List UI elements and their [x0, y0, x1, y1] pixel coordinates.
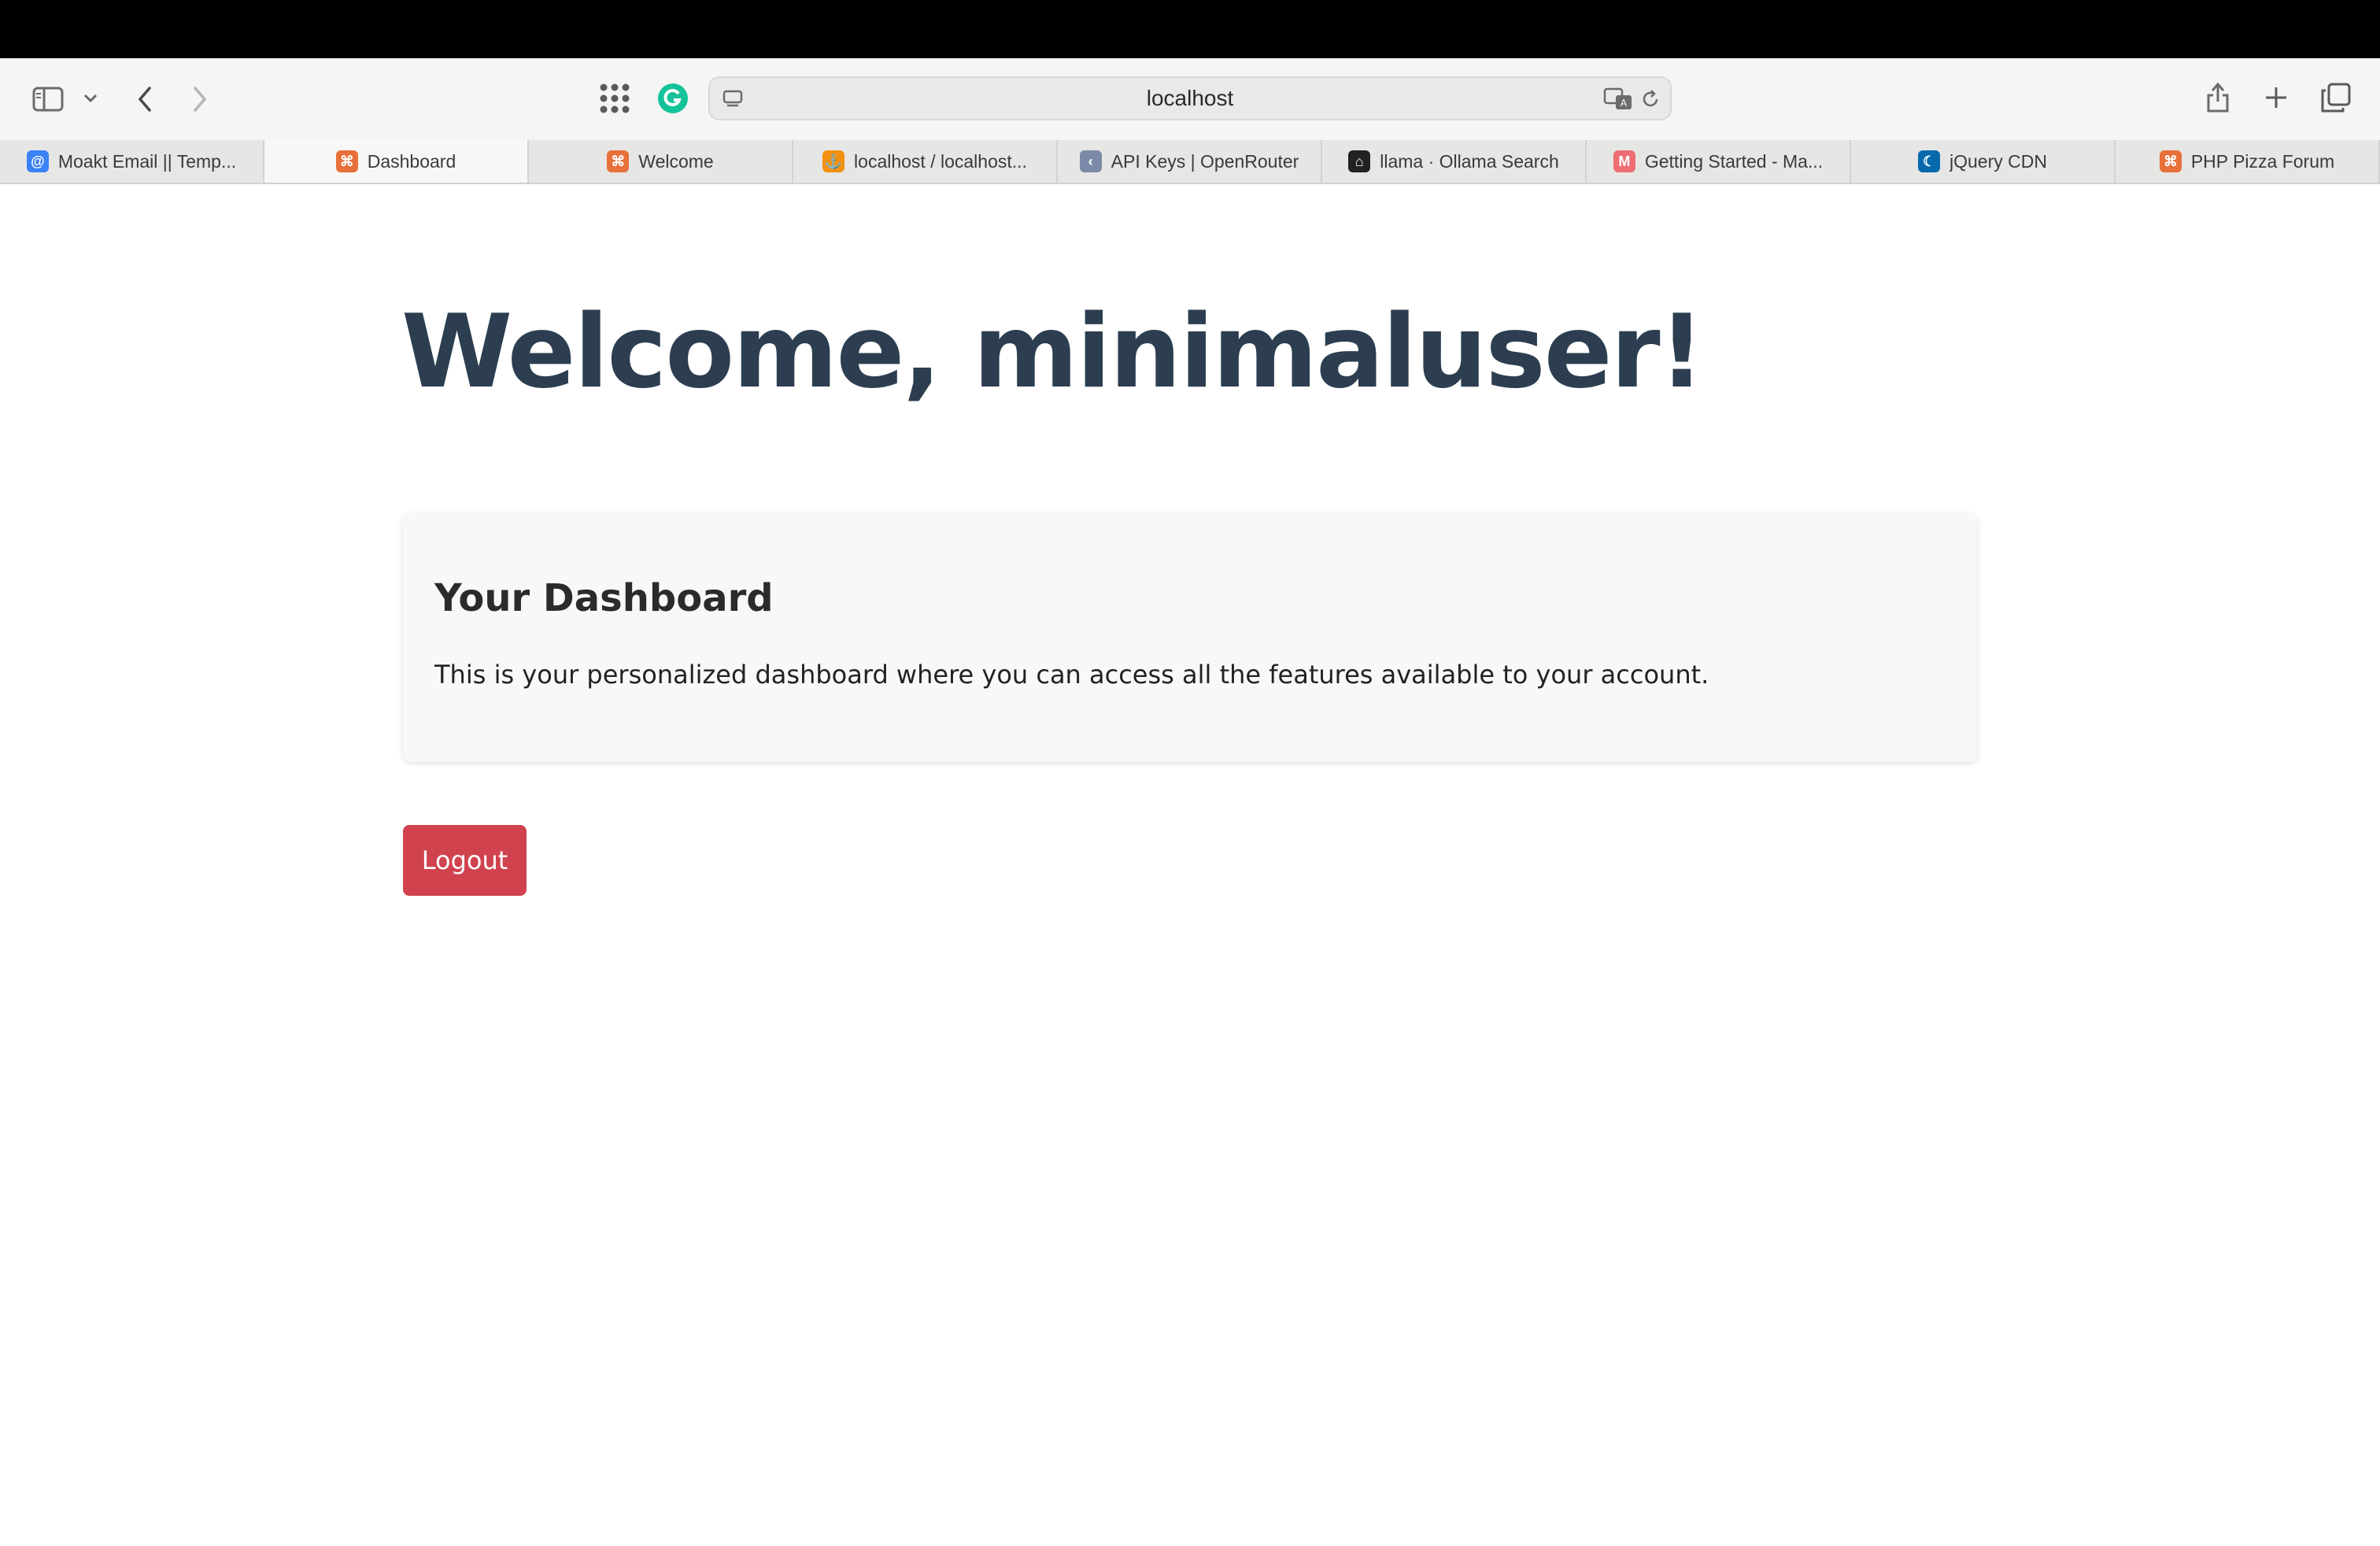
card-description: This is your personalized dashboard wher… [434, 660, 1709, 690]
tab-label: Getting Started - Ma... [1644, 150, 1824, 172]
tab-9[interactable]: ⌘ PHP Pizza Forum [2116, 140, 2380, 183]
tab-label: Dashboard [367, 150, 456, 172]
new-tab-plus-icon[interactable] [2260, 82, 2292, 113]
svg-text:A: A [1621, 98, 1628, 109]
back-arrow-icon[interactable] [131, 82, 159, 117]
tab-label: jQuery CDN [1949, 150, 2047, 172]
tab-2[interactable]: ⌘ Dashboard [264, 140, 529, 183]
tab-label: localhost / localhost... [854, 150, 1027, 172]
translate-icon[interactable]: A [1602, 86, 1634, 113]
xampp-icon: ⌘ [607, 150, 630, 172]
forward-arrow-icon[interactable] [186, 82, 214, 117]
tab-6[interactable]: ⌂ llama · Ollama Search [1322, 140, 1587, 183]
xampp-icon: ⌘ [335, 150, 358, 172]
tab-5[interactable]: ‹ API Keys | OpenRouter [1058, 140, 1322, 183]
dashboard-card: Your Dashboard This is your personalized… [403, 513, 1977, 762]
tab-3[interactable]: ⌘ Welcome [529, 140, 793, 183]
tab-label: Welcome [638, 150, 714, 172]
openrouter-icon: ‹ [1079, 150, 1102, 172]
tab-bar: @ Moakt Email || Temp... ⌘ Dashboard ⌘ Welcom… [0, 140, 2380, 184]
tab-label: llama · Ollama Search [1380, 150, 1559, 172]
page-title: Welcome, minimaluser! [401, 294, 1705, 411]
tab-7[interactable]: M Getting Started - Ma... [1587, 140, 1851, 183]
tab-8[interactable]: ☾ jQuery CDN [1851, 140, 2116, 183]
tab-overview-icon[interactable] [2319, 80, 2353, 115]
grammarly-icon[interactable] [656, 82, 689, 115]
tab-label: API Keys | OpenRouter [1111, 150, 1299, 172]
materialize-icon: M [1613, 150, 1635, 172]
reload-icon[interactable] [1639, 87, 1662, 111]
ollama-icon: ⌂ [1348, 150, 1371, 172]
page-content: Welcome, minimaluser! Your Dashboard Thi… [0, 184, 2380, 1546]
browser-toolbar: localhost A [0, 58, 2380, 140]
phpmyadmin-icon: ⚓ [822, 150, 845, 172]
address-bar[interactable]: localhost A [708, 76, 1672, 120]
logout-button[interactable]: Logout [403, 825, 527, 896]
jquery-icon: ☾ [1918, 150, 1941, 172]
address-text[interactable]: localhost [710, 78, 1670, 119]
card-title: Your Dashboard [434, 576, 774, 620]
chevron-down-icon[interactable] [79, 87, 102, 110]
at-icon: @ [26, 150, 49, 172]
share-icon[interactable] [2202, 79, 2234, 117]
sidebar-toggle-icon[interactable] [30, 82, 66, 117]
tab-label: PHP Pizza Forum [2190, 150, 2335, 172]
xampp-icon: ⌘ [2159, 150, 2182, 172]
apps-grid-icon[interactable] [597, 80, 633, 117]
tab-label: Moakt Email || Temp... [57, 150, 237, 172]
tab-1[interactable]: @ Moakt Email || Temp... [0, 140, 264, 183]
tab-4[interactable]: ⚓ localhost / localhost... [793, 140, 1058, 183]
menu-bar-area [0, 0, 2380, 58]
